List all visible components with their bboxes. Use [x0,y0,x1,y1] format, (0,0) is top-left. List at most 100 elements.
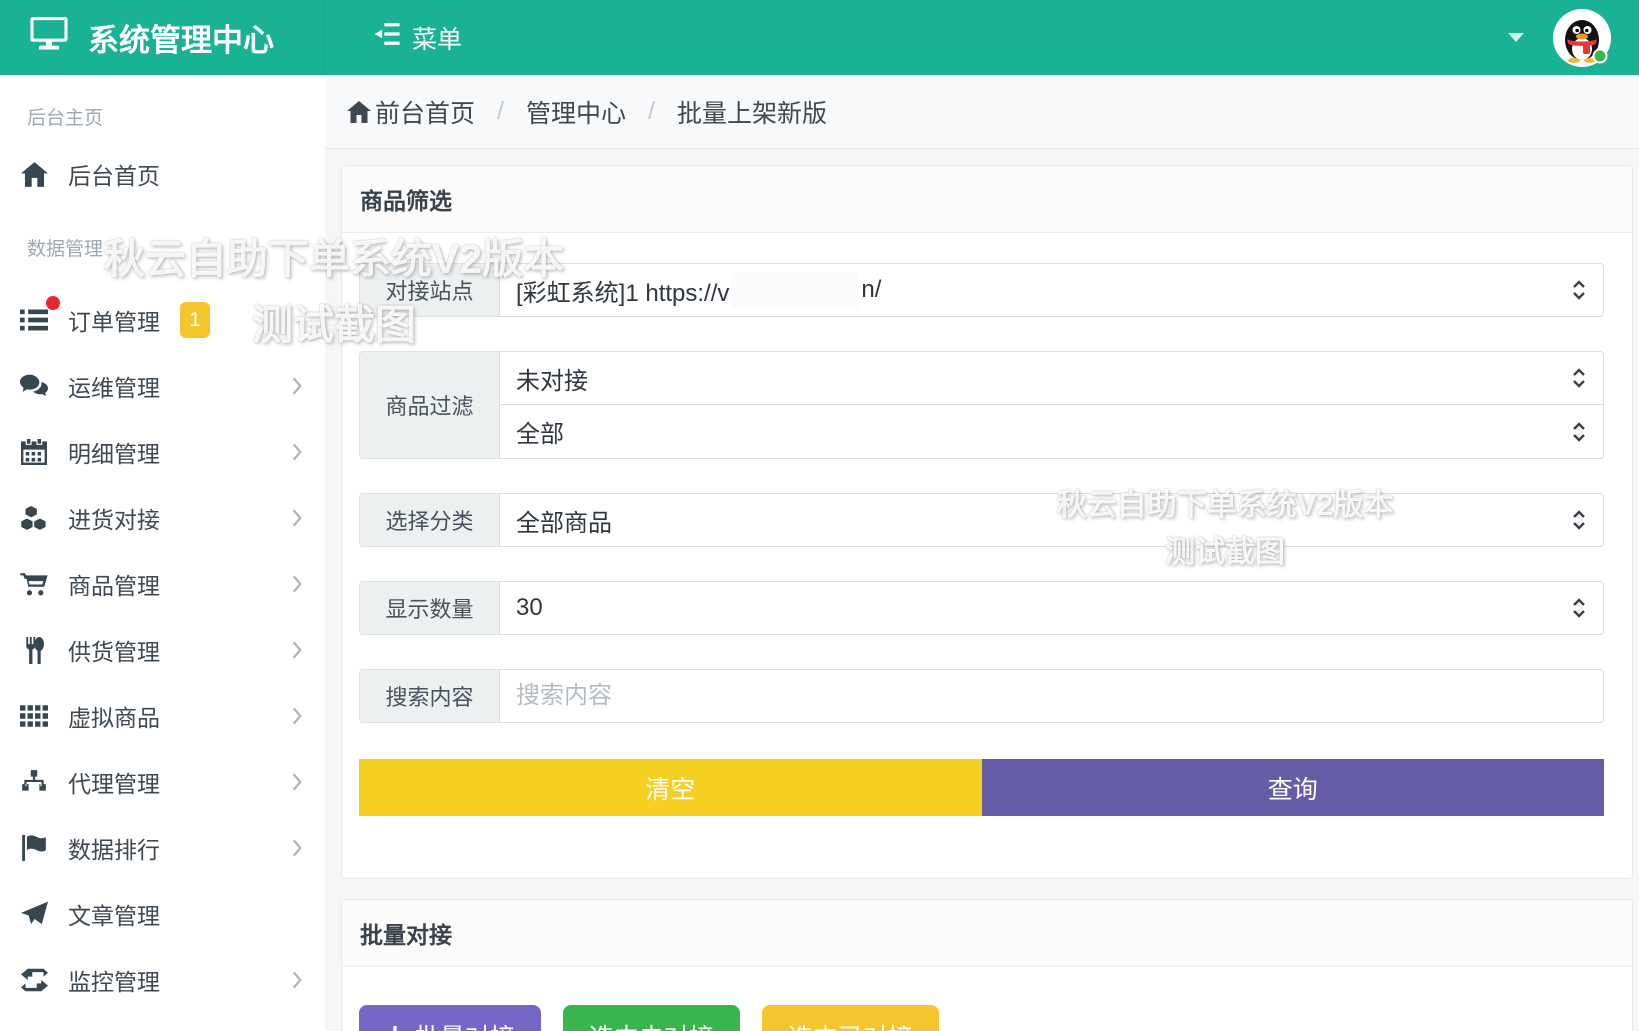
user-avatar[interactable] [1553,9,1611,67]
category-select[interactable]: 全部商品 [499,493,1604,547]
sidebar-item-label: 监控管理 [68,963,160,997]
app-title: 系统管理中心 [88,15,274,60]
app-brand[interactable]: 系统管理中心 [0,0,325,75]
select-arrows-icon [1569,419,1589,445]
orders-count-badge: 1 [180,302,210,338]
sidebar-item-purchase[interactable]: 进货对接 [0,485,325,551]
select-linked-button[interactable]: 选中已对接 [762,1005,939,1031]
sidebar-item-label: 代理管理 [68,765,160,799]
product-filter-selects: 未对接 全部 [499,351,1604,459]
breadcrumb-admin-center[interactable]: 管理中心 [526,94,626,130]
grid-icon [0,704,68,728]
batch-link-button[interactable]: 批量对接 [359,1005,541,1031]
filter-actions: 清空 查询 [359,759,1604,816]
top-navbar: 菜单 [325,0,1639,75]
link-status-select[interactable]: 未对接 [499,351,1604,405]
product-filter-card: 商品筛选 对接站点 [彩虹系统]1 https://v n/ 商品过滤 [341,165,1633,879]
scope-value: 全部 [516,414,564,449]
product-filter-row: 商品过滤 未对接 全部 [359,351,1604,459]
select-unlinked-button[interactable]: 选中未对接 [563,1005,740,1031]
sidebar-item-orders[interactable]: 订单管理 1 [0,287,325,353]
select-arrows-icon [1569,365,1589,391]
breadcrumb-current-page: 批量上架新版 [677,94,827,130]
flag-icon [0,835,68,861]
chevron-right-icon [289,508,305,528]
chevron-right-icon [289,970,305,990]
sidebar-item-label: 进货对接 [68,501,160,535]
category-row: 选择分类 全部商品 [359,493,1604,547]
sidebar-item-label: 虚拟商品 [68,699,160,733]
search-input[interactable] [499,669,1604,723]
chevron-right-icon [289,574,305,594]
sidebar-item-monitoring[interactable]: 监控管理 [0,947,325,1013]
search-row: 搜索内容 [359,669,1604,723]
menu-toggle-button[interactable]: 菜单 [373,20,462,56]
sidebar-item-label: 数据排行 [68,831,160,865]
select-arrows-icon [1569,277,1589,303]
utensils-icon [0,637,68,664]
batch-link-label: 批量对接 [415,1018,515,1031]
breadcrumb-separator: / [497,97,504,126]
chevron-right-icon [289,376,305,396]
display-count-row: 显示数量 30 [359,581,1604,635]
redacted-url-segment [731,272,859,308]
breadcrumb-label: 管理中心 [526,94,626,130]
sidebar-item-agents[interactable]: 代理管理 [0,749,325,815]
sidebar-item-rankings[interactable]: 数据排行 [0,815,325,881]
sidebar-item-label: 订单管理 [68,303,160,337]
sidebar-item-label: 供货管理 [68,633,160,667]
category-value: 全部商品 [516,503,612,538]
notification-dot [46,296,60,310]
link-status-value: 未对接 [516,361,588,396]
comments-icon [0,374,68,399]
sidebar-item-label: 明细管理 [68,435,160,469]
batch-card-body: 批量对接 选中未对接 选中已对接 [342,967,1632,1031]
sidebar-item-products[interactable]: 商品管理 [0,551,325,617]
sidebar-item-ops[interactable]: 运维管理 [0,353,325,419]
home-icon [0,162,68,187]
filter-card-title: 商品筛选 [342,166,1632,233]
breadcrumb-separator: / [648,97,655,126]
sidebar-item-articles[interactable]: 文章管理 [0,881,325,947]
batch-link-card: 批量对接 批量对接 选中未对接 选中已对接 [341,899,1633,1031]
menu-label: 菜单 [412,20,462,56]
sitemap-icon [0,770,68,794]
top-header: 系统管理中心 菜单 [0,0,1639,75]
display-count-value: 30 [516,594,543,622]
main-content: 前台首页 / 管理中心 / 批量上架新版 商品筛选 对接站点 [彩虹系统]1 h… [325,75,1639,1031]
sidebar: 后台主页 后台首页 数据管理 订单管理 1 运维管理 [0,75,325,1031]
query-button[interactable]: 查询 [982,759,1605,816]
caret-down-icon[interactable] [1505,31,1527,45]
sidebar-item-virtual-goods[interactable]: 虚拟商品 [0,683,325,749]
site-select[interactable]: [彩虹系统]1 https://v n/ [499,263,1604,317]
select-arrows-icon [1569,595,1589,621]
cart-icon [0,572,68,597]
outdent-icon [373,22,400,53]
sidebar-item-label: 商品管理 [68,567,160,601]
scope-select[interactable]: 全部 [499,405,1604,459]
clear-button[interactable]: 清空 [359,759,982,816]
breadcrumb-label: 前台首页 [375,94,475,130]
home-icon [347,101,371,123]
sidebar-item-label: 运维管理 [68,369,160,403]
list-icon [0,308,68,332]
breadcrumb: 前台首页 / 管理中心 / 批量上架新版 [325,75,1639,149]
sidebar-item-backend-home[interactable]: 后台首页 [0,141,325,207]
sidebar-item-supply[interactable]: 供货管理 [0,617,325,683]
sidebar-section-data: 数据管理 [0,207,325,287]
paper-plane-icon [0,901,68,927]
monitor-icon [30,17,68,59]
select-arrows-icon [1569,507,1589,533]
display-count-label: 显示数量 [359,581,499,635]
sidebar-section-home: 后台主页 [0,91,325,141]
breadcrumb-frontend-home[interactable]: 前台首页 [347,94,475,130]
site-row: 对接站点 [彩虹系统]1 https://v n/ [359,263,1604,317]
display-count-select[interactable]: 30 [499,581,1604,635]
sidebar-item-details[interactable]: 明细管理 [0,419,325,485]
chevron-right-icon [289,640,305,660]
breadcrumb-label: 批量上架新版 [677,94,827,130]
chevron-right-icon [289,442,305,462]
product-filter-label: 商品过滤 [359,351,499,459]
site-label: 对接站点 [359,263,499,317]
category-label: 选择分类 [359,493,499,547]
